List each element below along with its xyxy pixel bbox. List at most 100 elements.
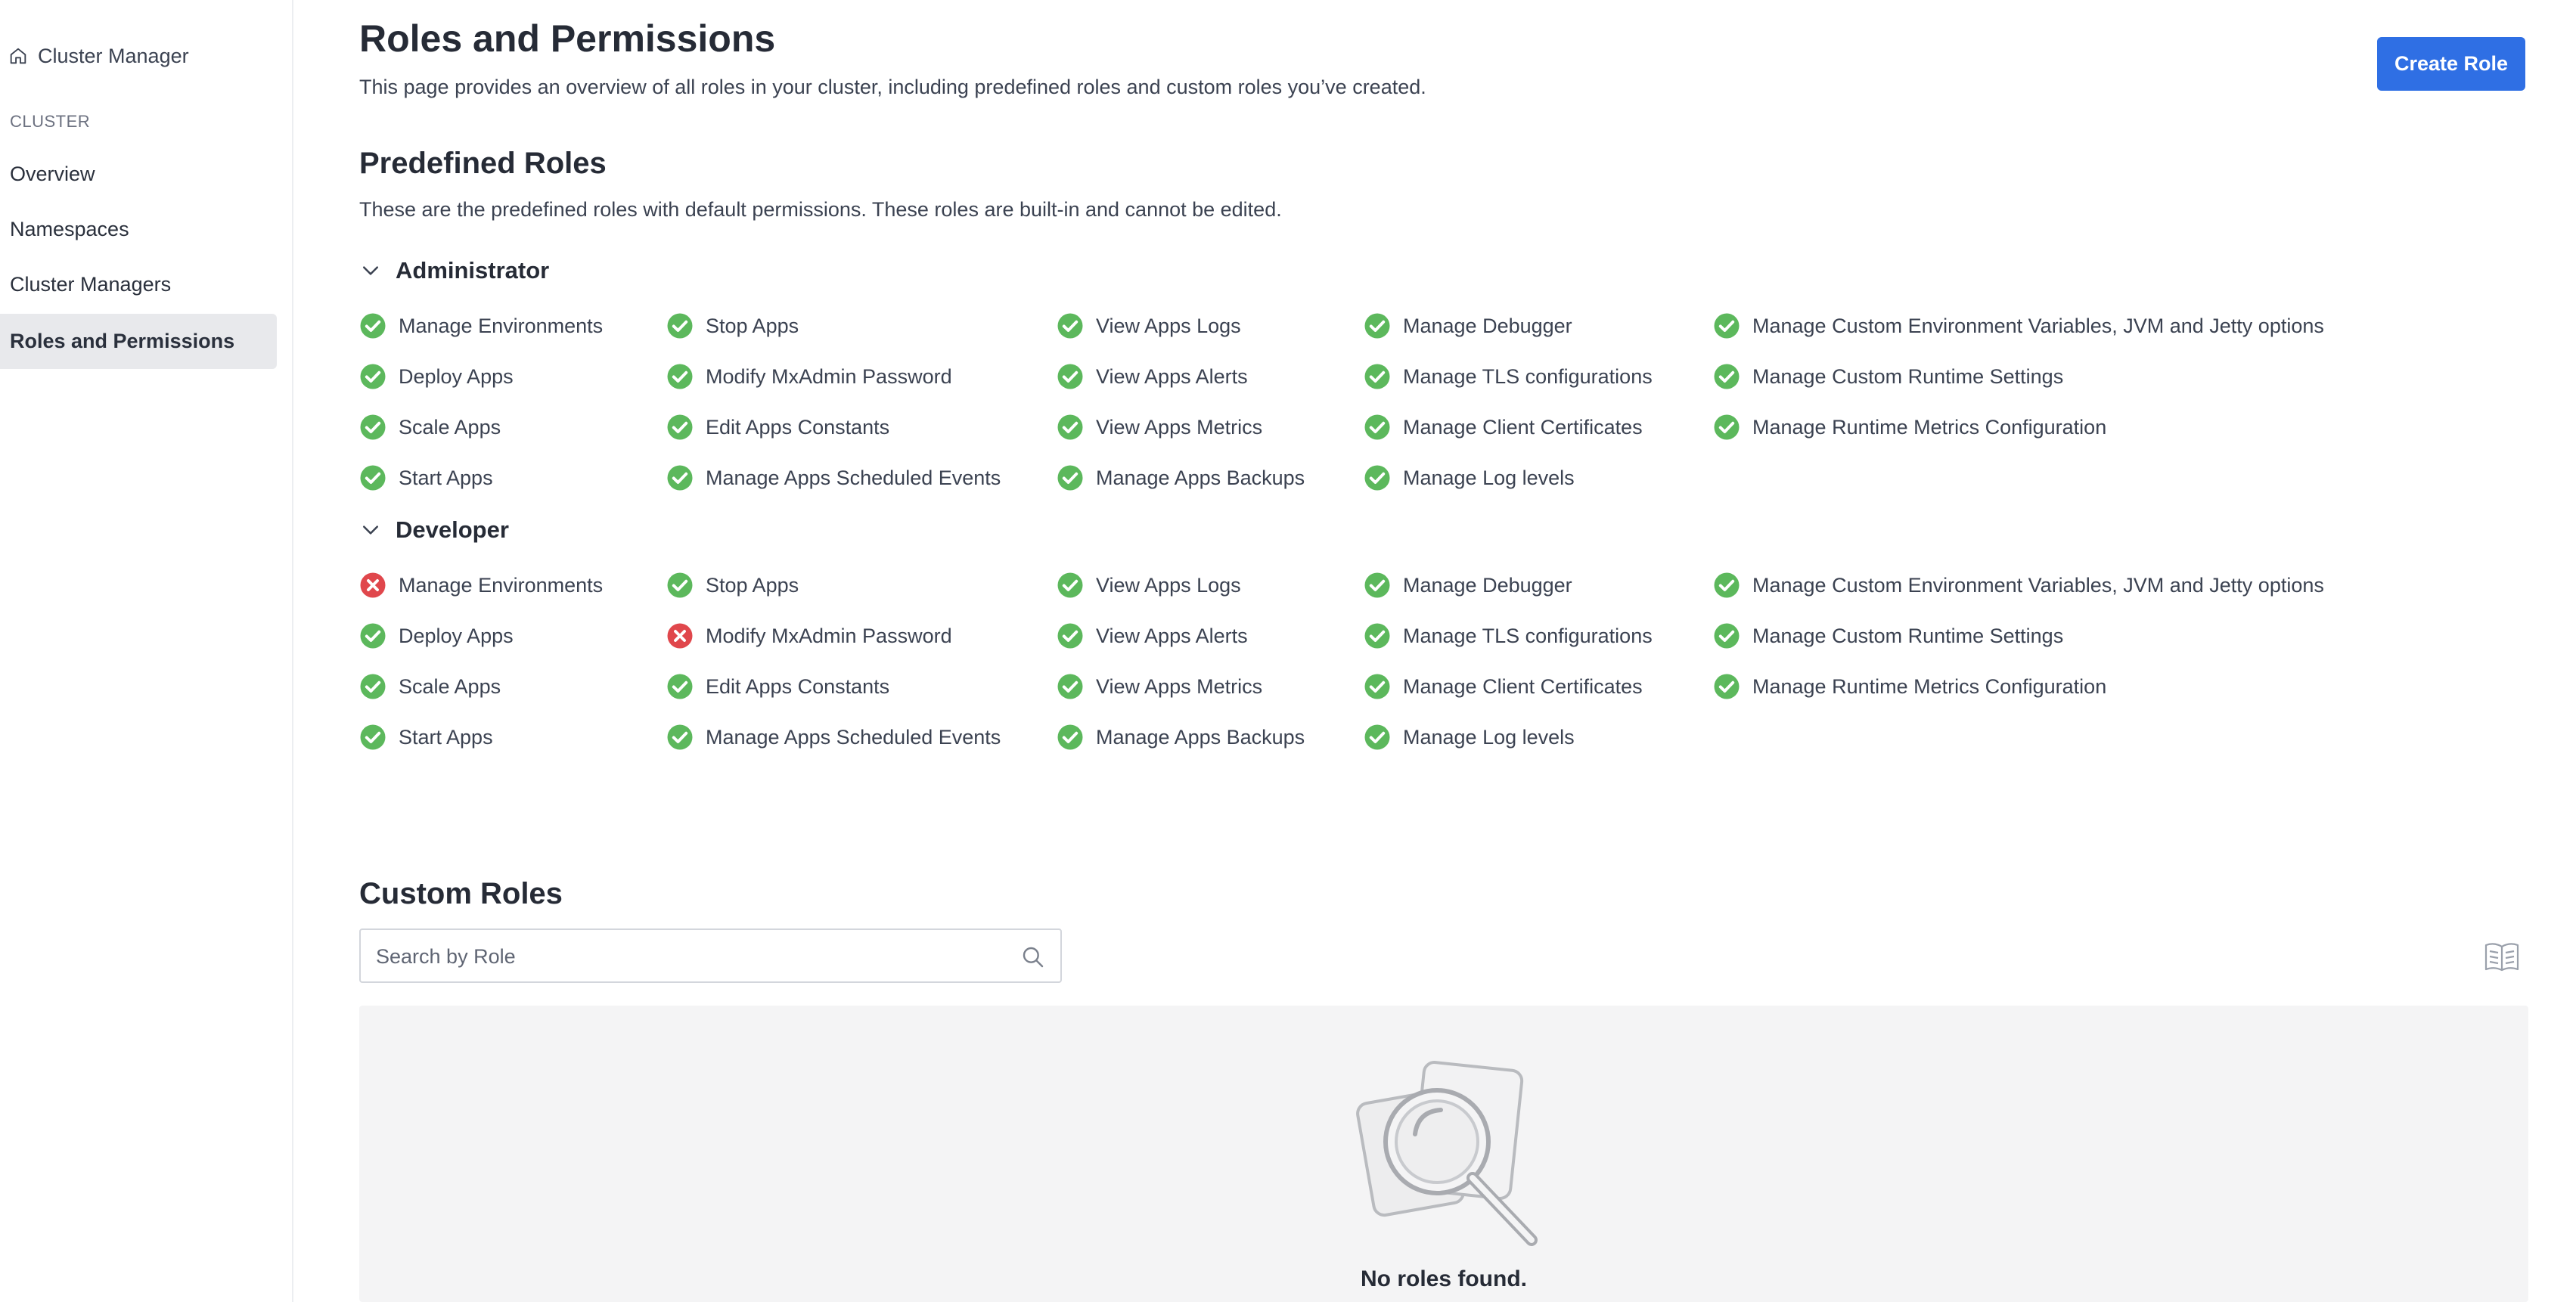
check-circle-icon — [360, 623, 386, 649]
permission-label: Scale Apps — [399, 674, 501, 698]
check-circle-icon — [1057, 465, 1083, 491]
sidebar-item-label: Overview — [10, 163, 95, 185]
check-circle-icon — [667, 465, 693, 491]
permission-label: Manage Runtime Metrics Configuration — [1752, 674, 2107, 698]
check-circle-icon — [667, 674, 693, 699]
sidebar-item-label: Cluster Managers — [10, 273, 172, 296]
check-circle-icon — [1364, 623, 1390, 649]
predefined-roles-description: These are the predefined roles with defa… — [359, 198, 1282, 221]
permission-item: Manage TLS configurations — [1364, 361, 1653, 392]
check-circle-icon — [360, 724, 386, 750]
search-input[interactable] — [376, 939, 996, 974]
role-toggle-administrator[interactable]: Administrator — [359, 256, 549, 286]
check-circle-icon — [360, 465, 386, 491]
permission-label: Stop Apps — [706, 573, 799, 597]
permission-item: Modify MxAdmin Password — [666, 361, 952, 392]
permission-label: Manage Apps Scheduled Events — [706, 725, 1001, 749]
permission-item: Deploy Apps — [359, 621, 514, 651]
check-circle-icon — [1364, 724, 1390, 750]
permission-item: Manage Client Certificates — [1364, 412, 1643, 442]
sidebar-item-roles-and-permissions[interactable]: Roles and Permissions — [0, 314, 277, 369]
brand[interactable]: Cluster Manager — [8, 42, 189, 70]
permission-item: Scale Apps — [359, 412, 501, 442]
check-circle-icon — [1364, 465, 1390, 491]
check-circle-icon — [1714, 674, 1740, 699]
check-circle-icon — [1364, 364, 1390, 389]
check-circle-icon — [1364, 414, 1390, 440]
permission-label: Manage Custom Environment Variables, JVM… — [1752, 573, 2324, 597]
check-circle-icon — [1057, 364, 1083, 389]
home-icon — [10, 48, 26, 64]
permission-label: Edit Apps Constants — [706, 674, 890, 698]
check-circle-icon — [667, 313, 693, 339]
check-circle-icon — [1714, 364, 1740, 389]
empty-state-message: No roles found. — [1361, 1266, 1527, 1291]
chevron-down-icon — [363, 266, 378, 275]
permission-label: Manage Apps Backups — [1096, 466, 1305, 489]
custom-roles-empty-state: No roles found. — [359, 1006, 2528, 1302]
permission-item: Manage TLS configurations — [1364, 621, 1653, 651]
sidebar-item-cluster-managers[interactable]: Cluster Managers — [0, 257, 277, 312]
custom-roles-title: Custom Roles — [359, 877, 563, 910]
permission-item: View Apps Metrics — [1057, 412, 1262, 442]
check-circle-icon — [360, 313, 386, 339]
permission-item: Manage Log levels — [1364, 463, 1575, 493]
permission-item: Modify MxAdmin Password — [666, 621, 952, 651]
permission-item: View Apps Logs — [1057, 570, 1241, 600]
role-toggle-developer[interactable]: Developer — [359, 515, 509, 545]
search-icon[interactable] — [1021, 945, 1045, 969]
check-circle-icon — [1364, 572, 1390, 598]
permission-item: Stop Apps — [666, 311, 799, 341]
permission-item: Manage Debugger — [1364, 311, 1572, 341]
check-circle-icon — [667, 364, 693, 389]
permission-label: View Apps Metrics — [1096, 674, 1263, 698]
permission-label: Start Apps — [399, 725, 493, 749]
permission-label: View Apps Alerts — [1096, 364, 1248, 388]
permission-label: Deploy Apps — [399, 364, 514, 388]
sidebar-item-namespaces[interactable]: Namespaces — [0, 202, 277, 257]
permission-label: Manage Debugger — [1403, 573, 1572, 597]
permission-label: Manage Environments — [399, 314, 604, 337]
permission-item: Manage Custom Environment Variables, JVM… — [1713, 570, 2324, 600]
x-circle-icon — [360, 572, 386, 598]
permission-item: View Apps Alerts — [1057, 621, 1248, 651]
check-circle-icon — [1057, 623, 1083, 649]
permission-label: Deploy Apps — [399, 624, 514, 647]
permission-label: Modify MxAdmin Password — [706, 624, 952, 647]
permission-item: Manage Debugger — [1364, 570, 1572, 600]
permission-item: Edit Apps Constants — [666, 671, 889, 702]
permission-item: Edit Apps Constants — [666, 412, 889, 442]
permission-item: View Apps Metrics — [1057, 671, 1262, 702]
check-circle-icon — [1714, 623, 1740, 649]
check-circle-icon — [667, 572, 693, 598]
permission-label: Manage Debugger — [1403, 314, 1572, 337]
permission-item: Manage Custom Runtime Settings — [1713, 621, 2063, 651]
check-circle-icon — [1057, 572, 1083, 598]
predefined-roles-title: Predefined Roles — [359, 147, 607, 180]
permission-item: Start Apps — [359, 722, 493, 752]
permission-item: Manage Environments — [359, 311, 603, 341]
chevron-down-icon — [363, 525, 378, 535]
permission-label: Manage Client Certificates — [1403, 674, 1643, 698]
sidebar-item-overview[interactable]: Overview — [0, 147, 277, 202]
permission-item: Manage Custom Runtime Settings — [1713, 361, 2063, 392]
check-circle-icon — [1057, 414, 1083, 440]
permission-item: Manage Client Certificates — [1364, 671, 1643, 702]
check-circle-icon — [667, 414, 693, 440]
permission-label: Manage Custom Runtime Settings — [1752, 624, 2064, 647]
permission-item: Stop Apps — [666, 570, 799, 600]
permission-label: View Apps Metrics — [1096, 415, 1263, 439]
book-icon[interactable] — [2484, 941, 2520, 972]
page-description: This page provides an overview of all ro… — [359, 76, 1426, 98]
page-title: Roles and Permissions — [359, 17, 776, 60]
permission-label: Manage Apps Backups — [1096, 725, 1305, 749]
section-label-cluster: CLUSTER — [10, 112, 91, 131]
check-circle-icon — [1057, 724, 1083, 750]
permission-item: Deploy Apps — [359, 361, 514, 392]
create-role-button[interactable]: Create Role — [2377, 37, 2525, 91]
permission-item: Manage Apps Backups — [1057, 463, 1305, 493]
check-circle-icon — [360, 674, 386, 699]
check-circle-icon — [1714, 414, 1740, 440]
permission-label: Manage Custom Runtime Settings — [1752, 364, 2064, 388]
permission-label: Edit Apps Constants — [706, 415, 890, 439]
